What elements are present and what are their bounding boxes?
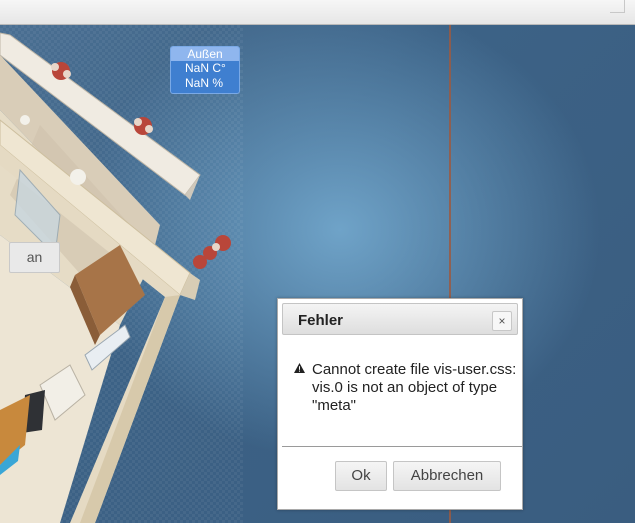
dialog-message-line: vis.0 is not an object of type — [312, 379, 498, 396]
toolbar-notch — [610, 0, 625, 13]
ok-button[interactable]: Ok — [335, 461, 387, 491]
floorplan-image — [0, 32, 231, 523]
outdoor-climate-widget[interactable]: Außen NaN C° NaN % — [170, 46, 240, 94]
warning-icon — [294, 363, 305, 373]
dialog-separator — [282, 446, 522, 447]
switch-on-button[interactable]: an — [9, 242, 60, 273]
humidity-value: NaN % — [185, 76, 224, 90]
close-icon[interactable]: × — [492, 311, 512, 331]
dialog-message-line: Cannot create file vis-user.css: — [312, 361, 517, 378]
error-dialog: Fehler × Cannot create file vis-user.css… — [277, 298, 523, 510]
top-toolbar — [0, 0, 635, 25]
dialog-titlebar[interactable]: Fehler × — [282, 303, 518, 335]
temperature-value: NaN C° — [185, 61, 226, 75]
dialog-title: Fehler — [298, 312, 344, 329]
dialog-message-line: "meta" — [312, 397, 356, 414]
widget-header: Außen — [171, 47, 239, 61]
cancel-button[interactable]: Abbrechen — [393, 461, 501, 491]
dialog-message: Cannot create file vis-user.css: vis.0 i… — [312, 361, 524, 415]
